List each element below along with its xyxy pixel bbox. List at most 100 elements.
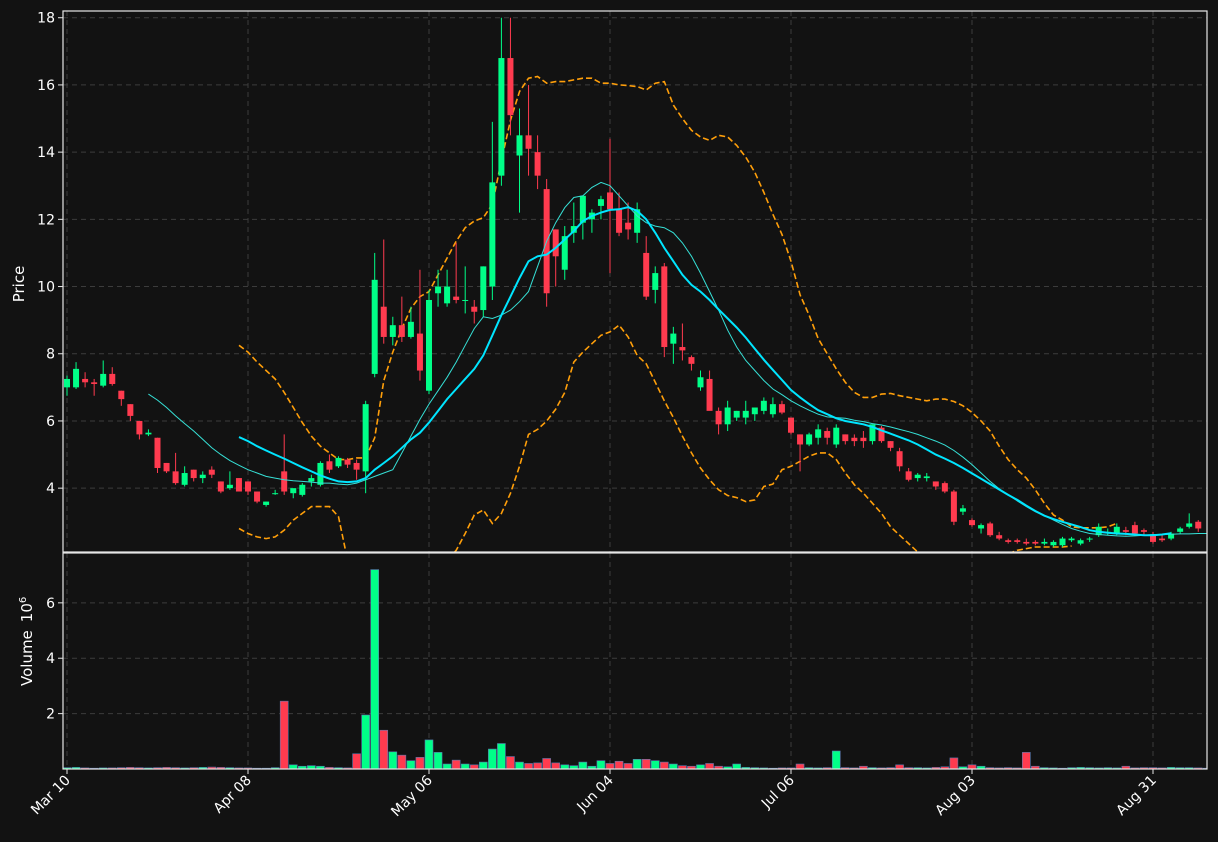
volume-bar: [370, 569, 380, 769]
candle-body: [407, 321, 414, 337]
candle-body: [1150, 535, 1156, 542]
volume-axis-title: Volume: [18, 630, 36, 686]
volume-bar: [551, 762, 561, 769]
candle-body: [742, 410, 749, 418]
volume-axis-exponent: 6: [18, 597, 29, 603]
candle-body: [263, 501, 270, 505]
volume-bar: [279, 700, 289, 769]
volume-bar: [433, 752, 443, 769]
candle-body: [959, 508, 966, 512]
candle-body: [1140, 530, 1147, 532]
price-tick-label: 4: [46, 481, 55, 497]
candle-body: [226, 484, 233, 489]
volume-bar: [949, 757, 959, 769]
candle-body: [625, 222, 632, 230]
volume-axis-exponent-base: 10: [18, 603, 36, 622]
candle-body: [344, 459, 351, 465]
candle-body: [254, 491, 261, 502]
price-tick-label: 10: [37, 280, 55, 296]
candle-body: [326, 461, 333, 470]
candle-body: [1186, 523, 1193, 527]
candle-body: [896, 451, 903, 467]
candle-body: [208, 469, 215, 475]
candle-body: [82, 378, 89, 383]
volume-bar: [397, 754, 407, 769]
candle-body: [235, 478, 242, 492]
volume-bar: [578, 761, 588, 769]
candle-body: [788, 417, 794, 433]
volume-bar: [451, 759, 461, 769]
volume-bar: [596, 760, 606, 769]
candle-body: [308, 478, 315, 482]
volume-bar: [732, 763, 742, 769]
volume-bar: [497, 743, 506, 769]
candle-body: [661, 266, 668, 348]
candle-body: [887, 441, 894, 448]
candle-body: [1041, 541, 1048, 544]
volume-bar: [478, 761, 488, 769]
candle-body: [950, 491, 957, 522]
candle-body: [833, 427, 840, 445]
candle-body: [932, 481, 939, 487]
candle-body: [145, 432, 152, 435]
candle-body: [1023, 541, 1030, 544]
volume-bar: [352, 753, 361, 769]
candle-body: [136, 420, 143, 435]
candle-body: [778, 404, 785, 413]
candle-body: [969, 520, 975, 526]
candle-body: [199, 474, 206, 479]
candle-body: [824, 431, 831, 438]
candle-body: [480, 266, 487, 311]
candle-body: [697, 377, 704, 388]
candle-body: [64, 378, 70, 388]
candle-body: [245, 481, 251, 492]
candle-body: [1077, 540, 1084, 544]
candle-body: [1131, 525, 1138, 534]
candle-body: [380, 306, 387, 337]
candle-body: [290, 488, 297, 494]
price-tick-label: 8: [46, 347, 55, 363]
candle-body: [190, 469, 197, 479]
candle-body: [416, 333, 423, 371]
volume-bar: [614, 760, 624, 769]
candle-body: [923, 476, 930, 479]
candle-body: [769, 404, 776, 415]
candle-body: [1059, 538, 1066, 546]
candle-body: [652, 273, 659, 290]
candle-body: [154, 437, 161, 468]
candle-body: [335, 457, 342, 467]
candle-body: [1068, 538, 1075, 541]
candle-body: [914, 474, 921, 479]
volume-bar: [288, 764, 298, 769]
candle-body: [534, 152, 541, 176]
candle-body: [462, 299, 469, 301]
candle-body: [670, 333, 677, 344]
volume-bar: [406, 760, 416, 769]
candle-body: [1177, 528, 1184, 532]
candle-body: [281, 471, 288, 492]
candlestick-chart: 4681012141618246Mar 10 Apr 08 May 06 Jun 04…: [0, 0, 1218, 842]
candle-body: [389, 325, 396, 337]
volume-bar: [542, 758, 551, 769]
volume-bar: [831, 750, 841, 769]
candle-body: [607, 192, 613, 210]
volume-bar: [488, 748, 497, 769]
candle-body: [905, 471, 912, 480]
candle-body: [272, 493, 279, 495]
volume-bar: [795, 763, 805, 769]
volume-bar: [705, 763, 714, 769]
candle-body: [760, 400, 767, 411]
candle-body: [1122, 530, 1129, 532]
volume-bar: [361, 714, 370, 769]
candle-body: [109, 373, 116, 384]
volume-bar: [659, 761, 669, 769]
candle-body: [842, 434, 849, 442]
candle-body: [435, 286, 442, 294]
price-tick-label: 12: [37, 212, 55, 228]
candle-body: [371, 279, 378, 374]
volume-tick-label: 4: [46, 651, 55, 667]
candle-body: [941, 483, 948, 492]
candle-body: [1014, 540, 1021, 542]
volume-bar: [560, 764, 570, 769]
candle-body: [851, 437, 858, 442]
